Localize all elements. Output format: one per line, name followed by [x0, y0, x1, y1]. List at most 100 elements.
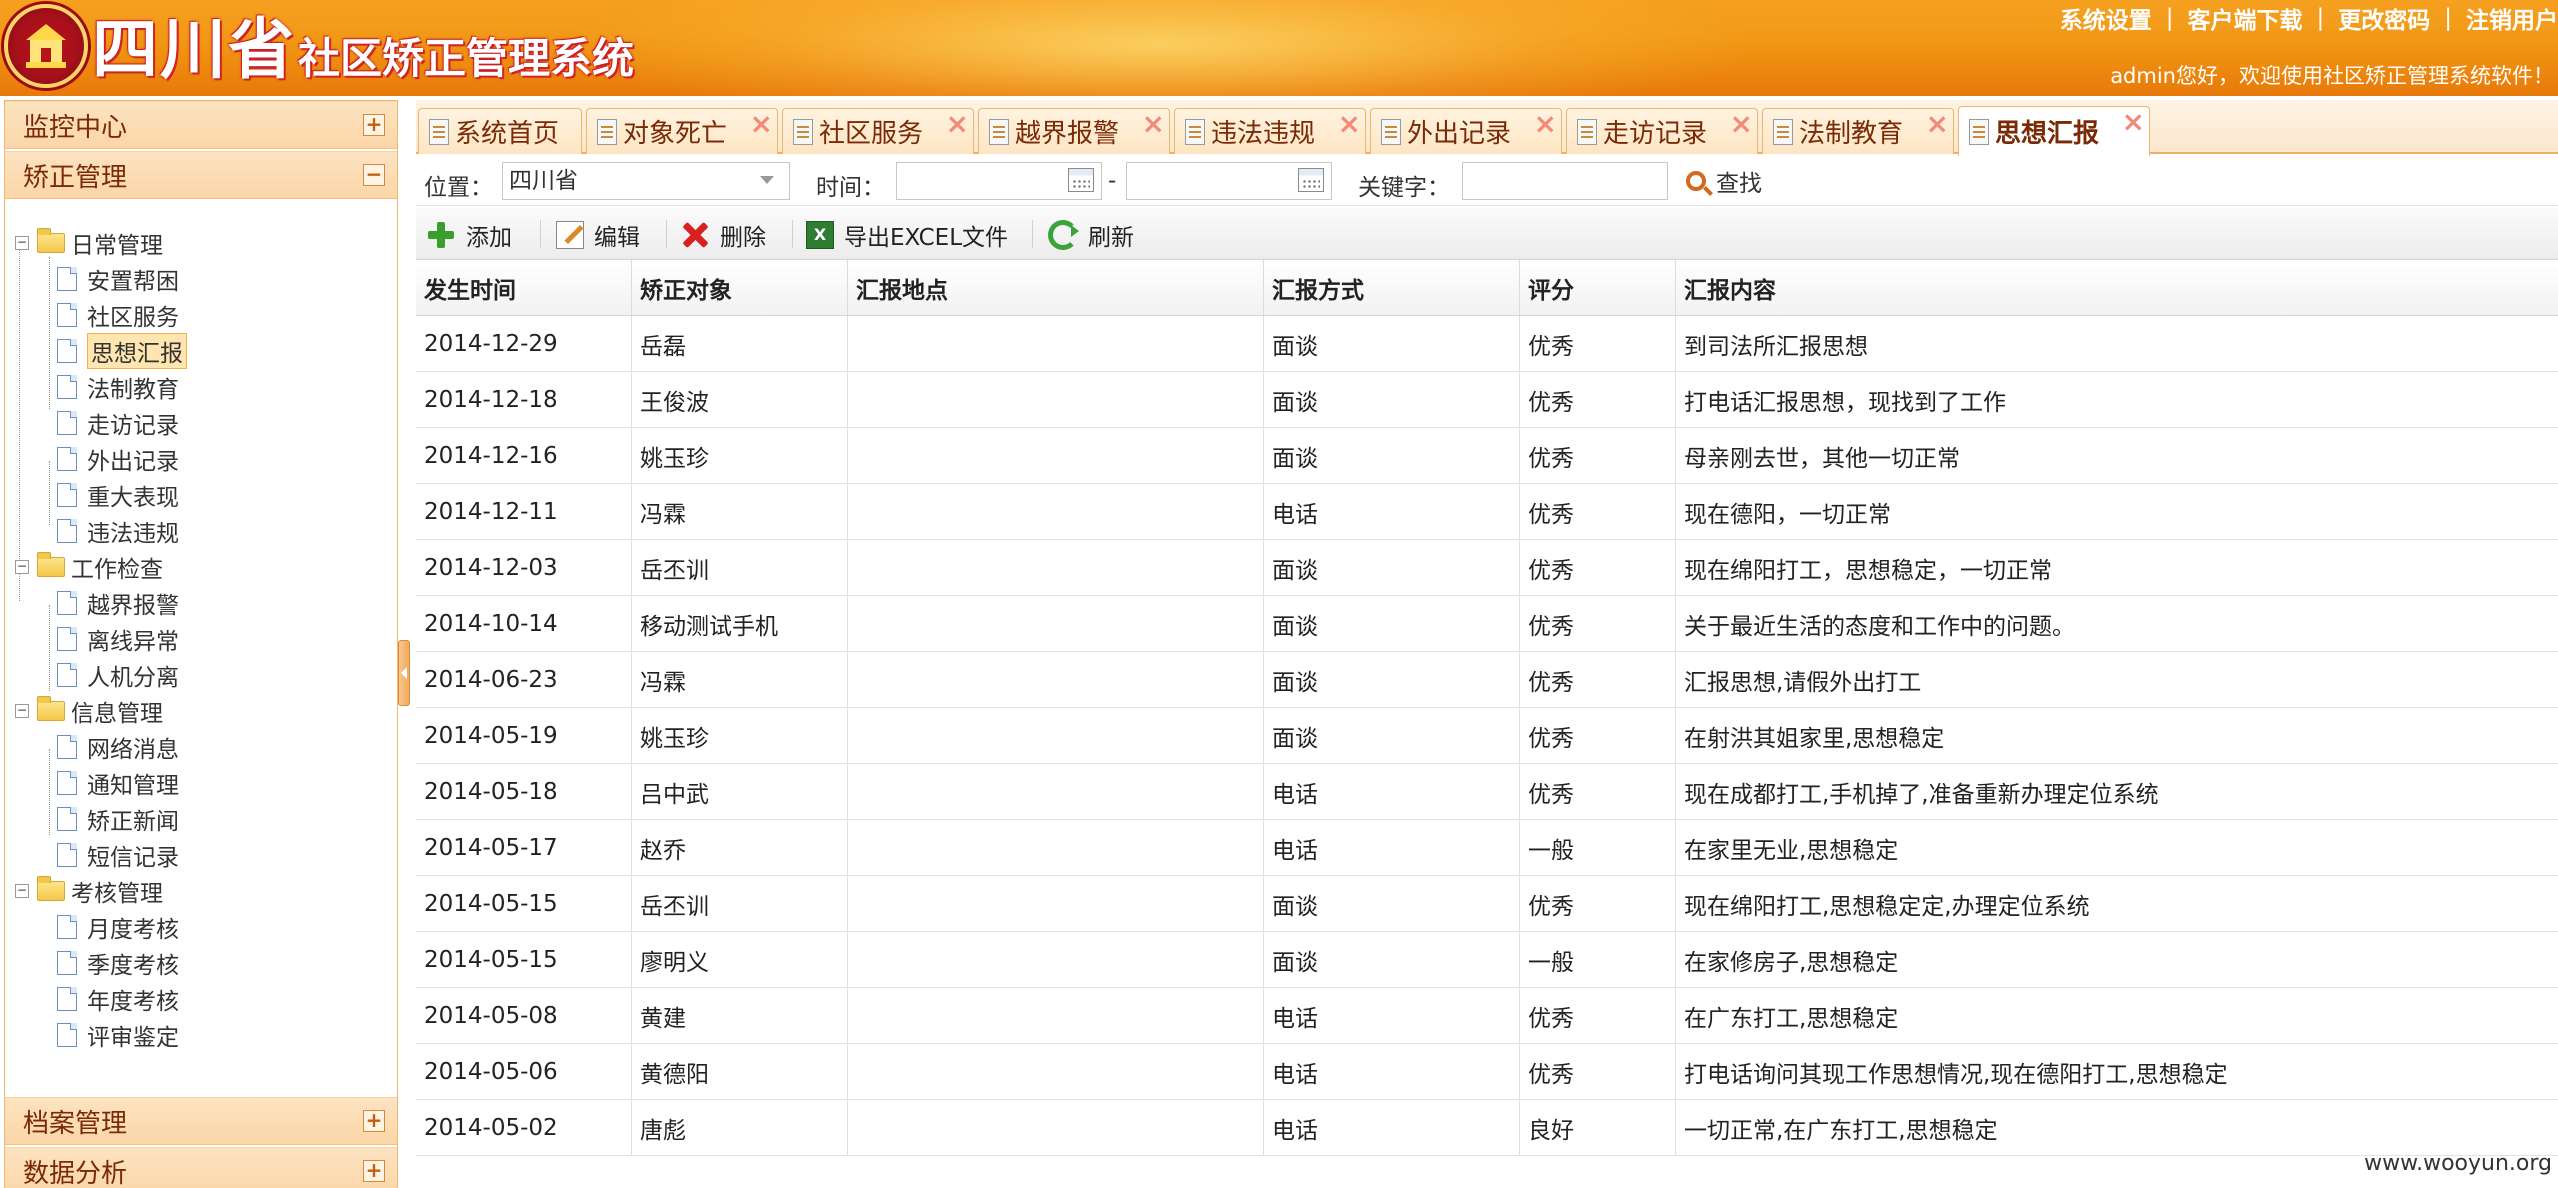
tab-community-service[interactable]: 社区服务 × [782, 108, 974, 154]
column-header-method[interactable]: 汇报方式 [1264, 260, 1520, 315]
sidebar-section-correction[interactable]: 矫正管理 − [5, 151, 397, 199]
refresh-button[interactable]: 刷新 [1048, 218, 1134, 252]
tree-item-monthly-assessment[interactable]: 月度考核 [57, 911, 179, 943]
tree-item-boundary-alarm[interactable]: 越界报警 [57, 587, 179, 619]
cell-content: 一切正常,在广东打工,思想稳定 [1684, 1117, 1998, 1144]
tree-item-quarterly-assessment[interactable]: 季度考核 [57, 947, 179, 979]
logout-link[interactable]: 注销用户 [2466, 1, 2558, 35]
page-icon [57, 735, 77, 759]
close-icon[interactable]: × [2122, 108, 2145, 136]
tree-folder-assessment[interactable]: − 考核管理 [15, 875, 163, 907]
tree-item-notice-management[interactable]: 通知管理 [57, 767, 179, 799]
cell-location [848, 764, 1264, 819]
collapse-icon[interactable]: − [15, 704, 29, 718]
tree-item-community-service[interactable]: 社区服务 [57, 299, 179, 331]
add-button[interactable]: 添加 [426, 218, 512, 252]
tree-item-offline-exception[interactable]: 离线异常 [57, 623, 179, 655]
tree-item-violations[interactable]: 违法违规 [57, 515, 179, 547]
collapse-icon[interactable]: − [363, 164, 385, 186]
table-row[interactable]: 2014-05-15 廖明义 面谈 一般 在家修房子,思想稳定 [416, 932, 2558, 988]
sidebar-section-archive[interactable]: 档案管理 + [5, 1097, 397, 1145]
folder-icon [37, 552, 65, 577]
table-row[interactable]: 2014-05-17 赵乔 电话 一般 在家里无业,思想稳定 [416, 820, 2558, 876]
tab-object-death[interactable]: 对象死亡 × [586, 108, 778, 154]
tree-item-annual-assessment[interactable]: 年度考核 [57, 983, 179, 1015]
expand-icon[interactable]: + [363, 1160, 385, 1182]
table-row[interactable]: 2014-12-11 冯霖 电话 优秀 现在德阳，一切正常 [416, 484, 2558, 540]
system-settings-link[interactable]: 系统设置 [2060, 1, 2152, 35]
close-icon[interactable]: × [1926, 110, 1949, 138]
tab-visit-record[interactable]: 走访记录 × [1566, 108, 1758, 154]
close-icon[interactable]: × [750, 110, 773, 138]
tree-item-major-performance[interactable]: 重大表现 [57, 479, 179, 511]
table-row[interactable]: 2014-05-06 黄德阳 电话 优秀 打电话询问其现工作思想情况,现在德阳打工,思想… [416, 1044, 2558, 1100]
calendar-icon[interactable] [1298, 168, 1324, 192]
cell-content: 在广东打工,思想稳定 [1684, 1005, 1899, 1032]
column-header-content[interactable]: 汇报内容 [1676, 260, 2558, 315]
tree-item-review-appraisal[interactable]: 评审鉴定 [57, 1019, 179, 1051]
collapse-icon[interactable]: − [15, 884, 29, 898]
column-header-subject[interactable]: 矫正对象 [632, 260, 848, 315]
column-header-score[interactable]: 评分 [1520, 260, 1676, 315]
tree-item-visit-record[interactable]: 走访记录 [57, 407, 179, 439]
tab-outing-record[interactable]: 外出记录 × [1370, 108, 1562, 154]
export-excel-button[interactable]: X 导出EXCEL文件 [806, 218, 1008, 252]
close-icon[interactable]: × [1338, 110, 1361, 138]
tree-item-thought-report[interactable]: 思想汇报 [57, 333, 187, 369]
collapse-sidebar-handle[interactable] [398, 640, 410, 706]
panel-splitter[interactable] [398, 96, 410, 1188]
cell-content: 母亲刚去世，其他一切正常 [1684, 445, 1960, 472]
tree-item-legal-education[interactable]: 法制教育 [57, 371, 179, 403]
cell-method: 电话 [1264, 1044, 1520, 1099]
tree-item-outing-record[interactable]: 外出记录 [57, 443, 179, 475]
table-row[interactable]: 2014-05-02 唐彪 电话 良好 一切正常,在广东打工,思想稳定 [416, 1100, 2558, 1156]
table-row[interactable]: 2014-05-19 姚玉珍 面谈 优秀 在射洪其姐家里,思想稳定 [416, 708, 2558, 764]
column-header-time[interactable]: 发生时间 [416, 260, 632, 315]
location-select[interactable]: 四川省 [502, 162, 790, 200]
collapse-icon[interactable]: − [15, 236, 29, 250]
change-password-link[interactable]: 更改密码 [2338, 1, 2430, 35]
table-row[interactable]: 2014-10-14 移动测试手机 面谈 优秀 关于最近生活的态度和工作中的问题。 [416, 596, 2558, 652]
close-icon[interactable]: × [946, 110, 969, 138]
tree-folder-daily[interactable]: − 日常管理 [15, 227, 163, 259]
chevron-down-icon[interactable] [760, 176, 774, 184]
client-download-link[interactable]: 客户端下载 [2188, 1, 2303, 35]
tab-legal-education[interactable]: 法制教育 × [1762, 108, 1954, 154]
collapse-icon[interactable]: − [15, 560, 29, 574]
table-row[interactable]: 2014-12-16 姚玉珍 面谈 优秀 母亲刚去世，其他一切正常 [416, 428, 2558, 484]
tree-folder-info[interactable]: − 信息管理 [15, 695, 163, 727]
calendar-icon[interactable] [1068, 168, 1094, 192]
close-icon[interactable]: × [1142, 110, 1165, 138]
tab-boundary-alarm[interactable]: 越界报警 × [978, 108, 1170, 154]
tab-thought-report[interactable]: 思想汇报 × [1958, 106, 2150, 156]
expand-icon[interactable]: + [363, 114, 385, 136]
sidebar-section-monitor[interactable]: 监控中心 + [5, 101, 397, 149]
table-row[interactable]: 2014-05-18 吕中武 电话 优秀 现在成都打工,手机掉了,准备重新办理定位系统 [416, 764, 2558, 820]
sidebar-section-analysis[interactable]: 数据分析 + [5, 1147, 397, 1188]
tree-item-device-separation[interactable]: 人机分离 [57, 659, 179, 691]
table-row[interactable]: 2014-12-29 岳磊 面谈 优秀 到司法所汇报思想 [416, 316, 2558, 372]
tree-folder-inspection[interactable]: − 工作检查 [15, 551, 163, 583]
edit-button[interactable]: 编辑 [556, 218, 640, 252]
search-button[interactable]: 查找 [1686, 164, 1762, 198]
tree-item-resettlement[interactable]: 安置帮困 [57, 263, 179, 295]
table-row[interactable]: 2014-06-23 冯霖 面谈 优秀 汇报思想,请假外出打工 [416, 652, 2558, 708]
expand-icon[interactable]: + [363, 1110, 385, 1132]
close-icon[interactable]: × [1534, 110, 1557, 138]
table-row[interactable]: 2014-05-08 黄建 电话 优秀 在广东打工,思想稳定 [416, 988, 2558, 1044]
tree-item-network-messages[interactable]: 网络消息 [57, 731, 179, 763]
table-row[interactable]: 2014-05-15 岳丕训 面谈 优秀 现在绵阳打工,思想稳定定,办理定位系统 [416, 876, 2558, 932]
tab-home[interactable]: 系统首页 [418, 108, 582, 154]
tree-item-sms-records[interactable]: 短信记录 [57, 839, 179, 871]
tree-item-correction-news[interactable]: 矫正新闻 [57, 803, 179, 835]
sidebar-section-label: 档案管理 [23, 1108, 128, 1139]
page-icon [57, 339, 77, 363]
cell-subject: 姚玉珍 [632, 708, 848, 763]
tab-violations[interactable]: 违法违规 × [1174, 108, 1366, 154]
keyword-input[interactable] [1462, 162, 1668, 200]
delete-button[interactable]: 删除 [680, 218, 766, 252]
close-icon[interactable]: × [1730, 110, 1753, 138]
column-header-location[interactable]: 汇报地点 [848, 260, 1264, 315]
table-row[interactable]: 2014-12-03 岳丕训 面谈 优秀 现在绵阳打工，思想稳定，一切正常 [416, 540, 2558, 596]
table-row[interactable]: 2014-12-18 王俊波 面谈 优秀 打电话汇报思想，现找到了工作 [416, 372, 2558, 428]
